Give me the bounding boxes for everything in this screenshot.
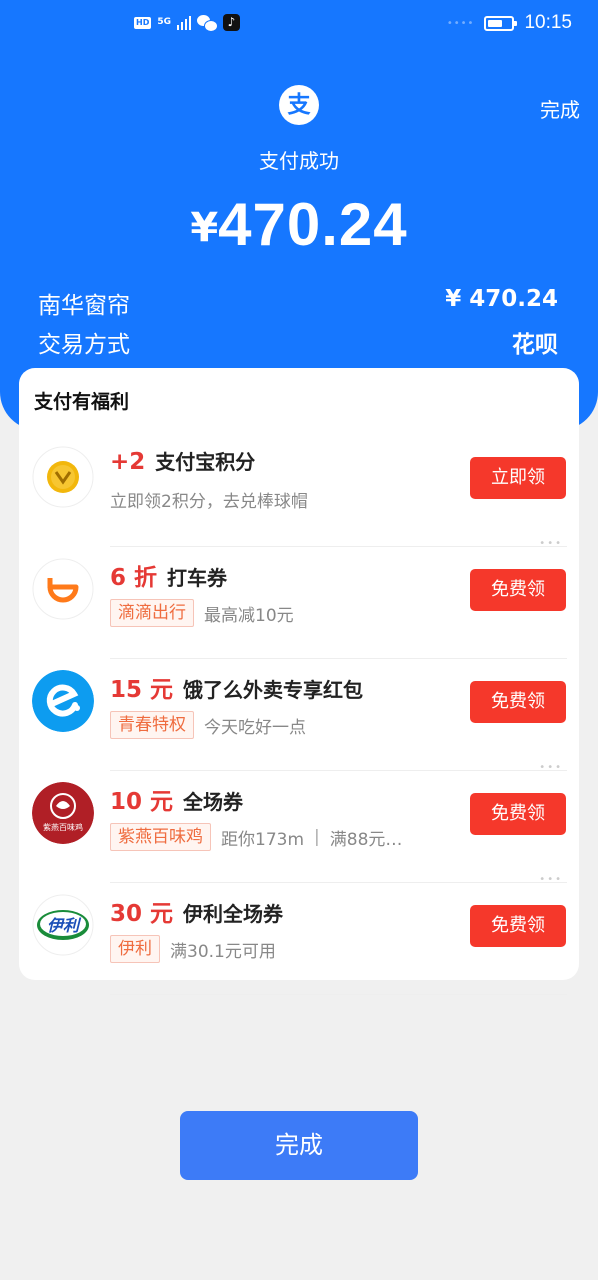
- merchant-tag: 紫燕百味鸡: [110, 823, 211, 851]
- merchant-amount: ¥ 470.24: [445, 286, 558, 312]
- benefit-highlight: 30 元: [110, 901, 174, 927]
- payment-method-label: 交易方式: [38, 332, 130, 358]
- benefit-desc: 最高减10元: [204, 605, 294, 626]
- benefit-item[interactable]: +2 支付宝积分 立即领2积分，去兑棒球帽 立即领: [19, 436, 579, 547]
- more-options-icon[interactable]: •••: [539, 538, 563, 549]
- benefit-desc: 满30.1元可用: [170, 941, 276, 962]
- clock: 10:15: [524, 12, 572, 33]
- benefit-title: 支付宝积分: [155, 450, 256, 474]
- claim-button[interactable]: 免费领: [470, 569, 566, 611]
- payment-status: 支付成功: [259, 149, 339, 173]
- benefits-title: 支付有福利: [34, 391, 130, 413]
- merchant-name: 南华窗帘: [38, 293, 130, 319]
- payment-method-value: 花呗: [512, 332, 558, 358]
- ziyan-logo-icon: 紫燕百味鸡: [32, 782, 94, 844]
- benefit-item[interactable]: ••• 6 折打车券 滴滴出行 最高减10元 免费领: [19, 538, 579, 659]
- benefit-item[interactable]: 15 元饿了么外卖专享红包 青春特权 今天吃好一点 免费领: [19, 660, 579, 771]
- benefit-highlight: 10 元: [110, 789, 174, 815]
- eleme-logo-icon: [32, 670, 94, 732]
- divider: [110, 658, 567, 659]
- status-bar: HD 5G ♪ •••• 10:15: [0, 0, 598, 52]
- points-coin-icon: [32, 446, 94, 508]
- signal-icon: [177, 15, 191, 30]
- benefit-item[interactable]: ••• 紫燕百味鸡 10 元全场券 紫燕百味鸡 距你173m | 满88元… 免费领: [19, 762, 579, 883]
- claim-button[interactable]: 免费领: [470, 681, 566, 723]
- benefit-title: 全场券: [183, 790, 244, 814]
- divider: [110, 546, 567, 547]
- merchant-tag: 滴滴出行: [110, 599, 194, 627]
- benefit-title: 饿了么外卖专享红包: [183, 678, 364, 702]
- benefit-item[interactable]: ••• 伊利 30 元伊利全场券 伊利 满30.1元可用 免费领: [19, 874, 579, 995]
- finish-button[interactable]: 完成: [180, 1111, 418, 1180]
- network-type: 5G: [157, 17, 171, 27]
- divider: [110, 882, 567, 883]
- more-options-icon[interactable]: •••: [539, 874, 563, 885]
- merchant-tag: 青春特权: [110, 711, 194, 739]
- benefit-highlight: +2: [110, 449, 146, 475]
- separator: |: [314, 827, 320, 847]
- claim-button[interactable]: 免费领: [470, 905, 566, 947]
- svg-text:伊利: 伊利: [47, 916, 82, 935]
- divider: [110, 994, 567, 995]
- claim-button[interactable]: 立即领: [470, 457, 566, 499]
- benefit-desc: 今天吃好一点: [204, 717, 306, 738]
- hd-icon: HD: [134, 16, 152, 29]
- battery-icon: [484, 15, 518, 31]
- currency-symbol: ¥: [190, 205, 219, 251]
- benefits-card: 支付有福利 +2 支付宝积分 立即领2积分，去兑棒球帽 立即领 ••• 6 折 …: [19, 368, 579, 995]
- merchant-row: 南华窗帘 ¥ 470.24: [38, 286, 558, 320]
- benefit-desc: 立即领2积分，去兑棒球帽: [110, 492, 308, 512]
- done-link[interactable]: 完成: [540, 94, 580, 123]
- tiktok-icon: ♪: [223, 14, 240, 31]
- more-dots-icon: ••••: [446, 17, 475, 29]
- benefit-highlight: 15 元: [110, 677, 174, 703]
- benefit-desc: 满88元…: [329, 829, 403, 850]
- wechat-icon: [197, 14, 218, 32]
- svg-text:紫燕百味鸡: 紫燕百味鸡: [43, 822, 83, 832]
- benefit-title: 打车券: [167, 566, 228, 590]
- benefit-distance: 距你173m: [221, 829, 305, 850]
- more-options-icon[interactable]: •••: [539, 762, 563, 773]
- yili-logo-icon: 伊利: [32, 894, 94, 956]
- payment-method-row: 交易方式 花呗: [38, 325, 558, 359]
- benefit-highlight: 6 折: [110, 565, 158, 591]
- divider: [110, 770, 567, 771]
- didi-logo-icon: [32, 558, 94, 620]
- merchant-tag: 伊利: [110, 935, 160, 963]
- payment-amount: ¥470.24: [0, 190, 598, 259]
- claim-button[interactable]: 免费领: [470, 793, 566, 835]
- benefit-title: 伊利全场券: [183, 902, 284, 926]
- amount-value: 470.24: [218, 191, 408, 258]
- alipay-logo-icon: 支: [279, 85, 319, 125]
